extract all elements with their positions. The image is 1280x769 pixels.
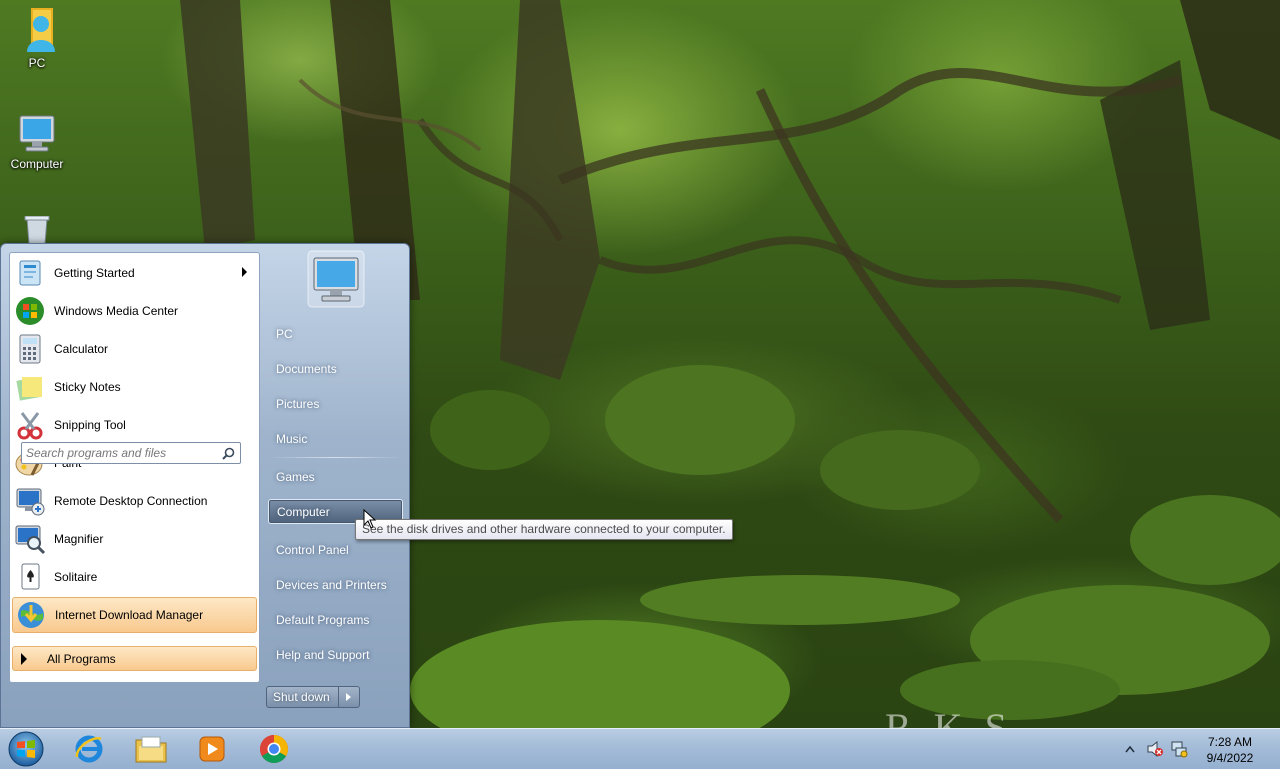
calculator-icon <box>19 334 41 364</box>
start-button[interactable] <box>6 730 46 768</box>
start-right-help-and-support[interactable]: Help and Support <box>268 643 403 668</box>
media-player-icon <box>199 736 225 762</box>
program-label: Solitaire <box>54 570 98 584</box>
shutdown-button[interactable]: Shut down <box>267 687 338 707</box>
program-sticky-notes[interactable]: Sticky Notes <box>12 369 257 405</box>
user-picture-computer-icon[interactable] <box>307 250 365 308</box>
search-icon[interactable] <box>222 447 235 460</box>
remote-desktop-icon <box>16 488 45 516</box>
start-right-devices-and-printers[interactable]: Devices and Printers <box>268 573 403 598</box>
program-snipping-tool[interactable]: Snipping Tool <box>12 407 257 443</box>
recycle-bin-icon <box>24 216 50 244</box>
search-box[interactable] <box>21 442 241 464</box>
tooltip: See the disk drives and other hardware c… <box>355 519 733 540</box>
start-right-pictures[interactable]: Pictures <box>268 392 403 417</box>
program-label: Magnifier <box>54 532 104 546</box>
all-programs-button[interactable]: All Programs <box>12 646 257 671</box>
start-right-pc[interactable]: PC <box>268 322 403 347</box>
program-label: Calculator <box>54 342 109 356</box>
start-right-control-panel[interactable]: Control Panel <box>268 538 403 563</box>
clock-time: 7:28 AM <box>1207 735 1253 749</box>
program-magnifier[interactable]: Magnifier <box>12 521 257 557</box>
sticky-notes-icon <box>16 377 42 401</box>
desktop-icon-label: Computer <box>10 157 64 171</box>
show-hidden-icons-icon[interactable] <box>1124 745 1136 753</box>
program-label: Windows Media Center <box>54 304 179 318</box>
program-calculator[interactable]: Calculator <box>12 331 257 367</box>
taskbar-chrome[interactable] <box>245 732 303 766</box>
right-pane-separator <box>268 457 403 458</box>
clock-date: 9/4/2022 <box>1206 751 1254 765</box>
expand-arrow-icon <box>21 652 27 665</box>
program-internet-download-manager[interactable]: Internet Download Manager <box>12 597 257 633</box>
desktop-icon-computer[interactable]: Computer <box>0 113 74 171</box>
network-icon[interactable] <box>1170 740 1188 758</box>
program-label: Internet Download Manager <box>55 608 204 622</box>
desktop-icon-pc[interactable]: PC <box>0 6 74 70</box>
program-getting-started[interactable]: Getting Started <box>12 255 257 291</box>
start-right-default-programs[interactable]: Default Programs <box>268 608 403 633</box>
search-input[interactable] <box>26 445 216 461</box>
desktop-icon-recycle-bin[interactable] <box>0 216 74 246</box>
computer-icon <box>19 115 55 152</box>
wallpaper-caption: R K S <box>885 705 1013 728</box>
magnifier-icon <box>15 525 46 555</box>
media-center-icon <box>16 297 44 325</box>
submenu-arrow-icon <box>242 267 247 277</box>
solitaire-icon <box>21 563 40 590</box>
program-solitaire[interactable]: Solitaire <box>12 559 257 595</box>
getting-started-icon <box>19 260 41 286</box>
start-menu-programs-pane: Getting Started Windows Media Center Cal… <box>9 252 260 683</box>
internet-explorer-icon <box>75 735 103 763</box>
snipping-tool-icon <box>17 412 43 440</box>
taskbar-internet-explorer[interactable] <box>60 732 118 766</box>
mouse-cursor-icon <box>363 509 377 529</box>
idm-icon <box>18 602 44 628</box>
start-right-games[interactable]: Games <box>268 465 403 490</box>
start-right-documents[interactable]: Documents <box>268 357 403 382</box>
desktop-icon-label: PC <box>28 56 46 70</box>
taskbar-file-explorer[interactable] <box>122 732 180 766</box>
program-label: Remote Desktop Connection <box>54 494 208 508</box>
program-windows-media-center[interactable]: Windows Media Center <box>12 293 257 329</box>
chevron-right-icon <box>346 693 351 701</box>
file-explorer-icon <box>135 736 167 763</box>
taskbar: 7:28 AM 9/4/2022 <box>0 728 1280 769</box>
start-right-music[interactable]: Music <box>268 427 403 452</box>
volume-muted-icon[interactable] <box>1146 740 1164 758</box>
taskbar-media-player[interactable] <box>183 732 241 766</box>
program-label: Getting Started <box>54 266 135 280</box>
user-folder-icon <box>27 8 55 52</box>
chrome-icon <box>260 735 288 763</box>
all-programs-label: All Programs <box>47 651 116 666</box>
program-label: Snipping Tool <box>54 418 126 432</box>
shutdown-button-group: Shut down <box>266 686 360 708</box>
program-label: Sticky Notes <box>54 380 121 394</box>
program-remote-desktop-connection[interactable]: Remote Desktop Connection <box>12 483 257 519</box>
taskbar-clock[interactable]: 7:28 AM 9/4/2022 <box>1198 734 1262 766</box>
shutdown-options-button[interactable] <box>338 687 359 707</box>
